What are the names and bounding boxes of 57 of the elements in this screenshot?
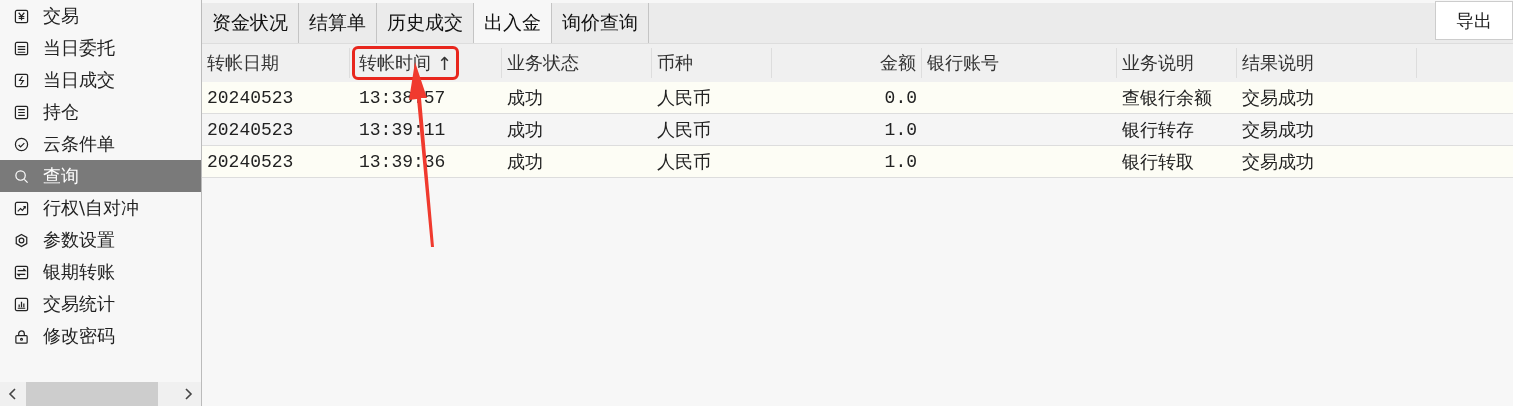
column-title: 币种 [657,51,693,75]
table-cell: 20240523 [207,87,294,108]
table-cell: 交易成功 [1242,149,1314,174]
table-cell: 银行转存 [1122,117,1194,142]
sidebar-item[interactable]: 参数设置 [0,224,201,256]
sidebar-item[interactable]: 交易 [0,0,201,32]
transfer-icon [14,264,29,280]
table-cell: 人民币 [657,117,711,142]
bar-chart-icon [14,296,29,312]
sidebar-item[interactable]: 云条件单 [0,128,201,160]
column-header[interactable]: 业务说明 [1117,48,1237,78]
horizontal-scrollbar[interactable] [0,382,201,406]
sort-indicator: ↑ [437,52,453,74]
table-cell: 交易成功 [1242,117,1314,142]
column-header[interactable]: 结果说明 [1237,48,1417,78]
table-cell: 人民币 [657,85,711,110]
export-button[interactable]: 导出 [1435,1,1513,40]
column-header[interactable]: 银行账号 [922,48,1117,78]
table-cell: 1.0 [884,119,917,140]
sidebar-item[interactable]: 行权\自对冲 [0,192,201,224]
sidebar-item[interactable]: 持仓 [0,96,201,128]
lightning-icon [14,72,29,88]
table-cell: 0.0 [884,87,917,108]
sidebar-item[interactable]: 修改密码 [0,320,201,352]
sidebar-item[interactable]: 查询 [0,160,201,192]
column-header[interactable]: 业务状态 [502,48,652,78]
table-cell: 1.0 [884,151,917,172]
column-title: 金额 [880,51,916,75]
column-header[interactable]: 金额 [772,48,922,78]
tab[interactable]: 出入金 [474,3,552,43]
table-cell: 银行转取 [1122,149,1194,174]
search-icon [14,168,29,184]
table-cell: 交易成功 [1242,85,1314,110]
column-header[interactable]: 转帐日期 [202,48,350,78]
table-cell: 查银行余额 [1122,85,1212,110]
sidebar-item[interactable]: 当日成交 [0,64,201,96]
table-cell: 成功 [507,85,543,110]
table-cell: 人民币 [657,149,711,174]
column-title: 银行账号 [927,51,999,75]
sidebar-item[interactable]: 交易统计 [0,288,201,320]
gear-icon [14,232,29,248]
sidebar-item[interactable]: 银期转账 [0,256,201,288]
sidebar-item[interactable]: 当日委托 [0,32,201,64]
list-icon [14,104,29,120]
table-cell: 成功 [507,149,543,174]
column-title: 业务状态 [507,51,579,75]
column-header[interactable]: 币种 [652,48,772,78]
table-cell: 成功 [507,117,543,142]
check-circle-icon [14,136,29,152]
lock-icon [14,328,29,344]
column-title: 结果说明 [1242,51,1314,75]
table-cell: 20240523 [207,119,294,140]
yuan-icon [14,8,29,24]
table-cell: 20240523 [207,151,294,172]
chart-icon [14,200,29,216]
column-title: 业务说明 [1122,51,1194,75]
column-title: 转帐日期 [207,51,279,75]
